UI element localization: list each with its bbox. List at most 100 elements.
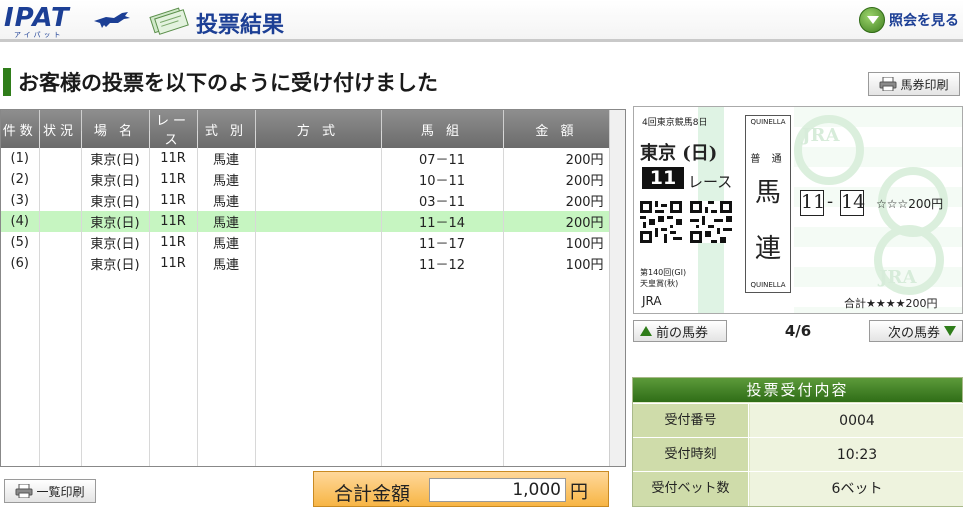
list-print-button[interactable]: 一覧印刷 (4, 479, 96, 503)
table-header-row: 件数 状況 場 名 レース 式 別 方 式 馬 組 金 額 (1, 110, 611, 148)
horse-logo-icon (94, 12, 130, 28)
ticket-horse2: 14 (840, 190, 865, 216)
heading-accent-bar (3, 68, 11, 96)
ticket-preview: JRA JRA 4回東京競馬8日 東京 (日) 11 レース 第140回(GI)… (633, 106, 963, 314)
inquiry-button[interactable]: 照会を見る (859, 6, 959, 34)
ticket-org: JRA (642, 294, 662, 308)
ticket-bet-type-box: QUINELLA 普 通 馬 連 QUINELLA (745, 115, 791, 293)
col-header-combo: 馬 組 (381, 110, 504, 148)
ticket-race-label: レース (688, 173, 733, 191)
receipt-row-number: 受付番号 0004 (633, 403, 963, 438)
ticket-total: 合計★★★★200円 (844, 297, 938, 310)
cell-amount: 100円 (503, 253, 611, 274)
cell-venue: 東京(日) (81, 253, 150, 274)
result-heading: お客様の投票を以下のように受け付けました (18, 71, 438, 95)
total-value: 1,000 (429, 478, 566, 502)
receipt-value: 6ベット (750, 472, 963, 506)
cell-amount: 100円 (503, 232, 611, 253)
cell-combo: 03－11 (381, 190, 504, 211)
ticket-meeting: 4回東京競馬8日 (642, 118, 708, 128)
bet-list-table: 件数 状況 場 名 レース 式 別 方 式 馬 組 金 額 (1) 東京(日) 11… (0, 109, 626, 467)
printer-icon (15, 484, 33, 498)
cell-venue: 東京(日) (81, 148, 150, 169)
receipt-title: 投票受付内容 (633, 378, 962, 402)
cell-amount: 200円 (503, 211, 611, 232)
ticket-print-label: 馬券印刷 (900, 77, 949, 92)
cell-no: (3) (1, 190, 40, 211)
cell-type: 馬連 (197, 169, 256, 190)
total-unit: 円 (570, 482, 588, 503)
total-amount-box: 合計金額 1,000 円 (313, 471, 609, 507)
cell-method (255, 211, 382, 232)
jra-watermark-text: JRA (802, 125, 840, 146)
cell-combo: 07－11 (381, 148, 504, 169)
receipt-label: 受付時刻 (633, 438, 749, 472)
cell-no: (4) (1, 211, 40, 232)
cell-method (255, 253, 382, 274)
cell-race: 11R (149, 232, 198, 253)
inquiry-label: 照会を見る (889, 13, 959, 29)
cell-race: 11R (149, 169, 198, 190)
ticket-type-char2: 連 (754, 234, 781, 264)
receipt-value: 10:23 (750, 438, 963, 472)
table-row[interactable]: (1) 東京(日) 11R 馬連 07－11 200円 (1, 148, 611, 169)
cell-type: 馬連 (197, 190, 256, 211)
table-row[interactable]: (3) 東京(日) 11R 馬連 03－11 200円 (1, 190, 611, 211)
cell-method (255, 148, 382, 169)
cell-race: 11R (149, 253, 198, 274)
col-header-venue: 場 名 (81, 110, 150, 148)
prev-ticket-label: 前の馬券 (656, 325, 709, 341)
cell-amount: 200円 (503, 169, 611, 190)
cell-status (39, 148, 82, 169)
cell-combo: 11－17 (381, 232, 504, 253)
table-row[interactable]: (4) 東京(日) 11R 馬連 11－14 200円 (1, 211, 611, 232)
receipt-row-time: 受付時刻 10:23 (633, 437, 963, 472)
ticket-print-button[interactable]: 馬券印刷 (868, 72, 960, 96)
cell-status (39, 190, 82, 211)
ticket-race-number: 11 (642, 167, 684, 189)
cell-combo: 11－12 (381, 253, 504, 274)
table-row[interactable]: (5) 東京(日) 11R 馬連 11－17 100円 (1, 232, 611, 253)
cell-status (39, 211, 82, 232)
col-header-status: 状況 (39, 110, 82, 148)
col-header-race: レース (149, 110, 198, 148)
ticket-quinella-bottom: QUINELLA (750, 281, 786, 289)
table-row[interactable]: (6) 東京(日) 11R 馬連 11－12 100円 (1, 253, 611, 274)
next-ticket-button[interactable]: 次の馬券 (869, 320, 963, 342)
receipt-label: 受付番号 (633, 404, 749, 438)
jra-watermark-text: JRA (879, 267, 917, 288)
qr-code-icon (640, 201, 682, 243)
cell-type: 馬連 (197, 211, 256, 232)
cell-race: 11R (149, 190, 198, 211)
total-label: 合計金額 (334, 483, 411, 505)
cell-method (255, 169, 382, 190)
cell-status (39, 169, 82, 190)
play-circle-icon (859, 7, 885, 33)
col-header-amount: 金 額 (503, 110, 611, 148)
cell-venue: 東京(日) (81, 169, 150, 190)
col-header-method: 方 式 (255, 110, 382, 148)
table-row[interactable]: (2) 東京(日) 11R 馬連 10－11 200円 (1, 169, 611, 190)
logo-subtitle: アイパット (14, 31, 64, 39)
receipt-label: 受付ベット数 (633, 472, 749, 506)
cell-status (39, 232, 82, 253)
cell-race: 11R (149, 211, 198, 232)
cell-race: 11R (149, 148, 198, 169)
cell-no: (5) (1, 232, 40, 253)
cell-combo: 11－14 (381, 211, 504, 232)
ticket-dash: - (827, 192, 834, 212)
prev-ticket-button[interactable]: 前の馬券 (633, 320, 727, 342)
cell-no: (6) (1, 253, 40, 274)
next-ticket-label: 次の馬券 (887, 325, 940, 341)
receipt-info-panel: 投票受付内容 受付番号 0004 受付時刻 10:23 受付ベット数 6ベット (632, 377, 963, 507)
ipat-logo: IPAT (4, 3, 70, 33)
ticket-venue: 東京 (日) (640, 143, 718, 164)
cell-no: (2) (1, 169, 40, 190)
ticket-horse1: 11 (800, 190, 825, 216)
receipt-value: 0004 (750, 404, 963, 438)
ticket-type-sub: 普 通 (750, 154, 786, 165)
ticket-race-name-line2: 天皇賞(秋) (640, 279, 679, 288)
ticket-page-indicator: 4/6 (784, 322, 812, 340)
qr-code-icon (690, 201, 732, 243)
table-scrollbar[interactable] (609, 110, 625, 466)
